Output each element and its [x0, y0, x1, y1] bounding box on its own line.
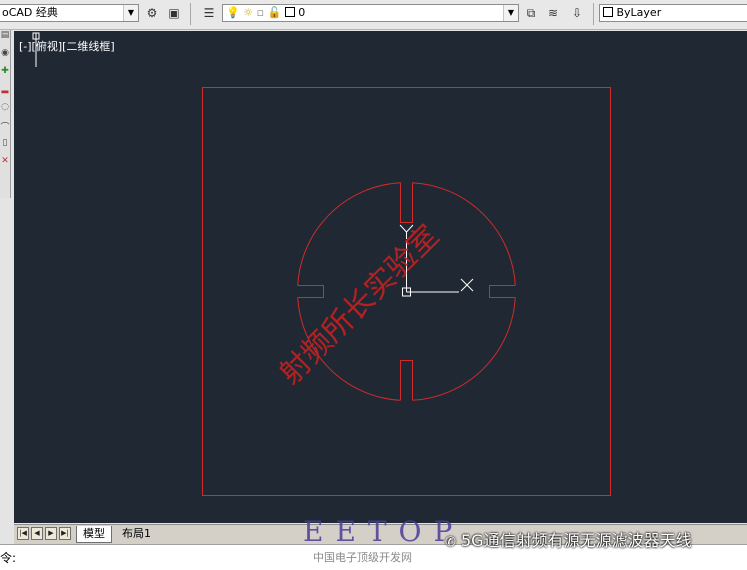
- toolbar-separator: [190, 3, 191, 25]
- prev-tab-icon[interactable]: ◀: [31, 527, 43, 540]
- workspace-value: oCAD 经典: [2, 6, 58, 19]
- tool-icon[interactable]: ▯: [0, 138, 10, 156]
- next-tab-icon[interactable]: ▶: [45, 527, 57, 540]
- first-tab-icon[interactable]: |◀: [17, 527, 29, 540]
- layer-match-icon[interactable]: ≋: [544, 4, 562, 22]
- left-tool-palette: ▤ ◉ ✚ ▂ ◌ ⌒ ▯ ✕: [0, 30, 11, 198]
- diagonal-watermark-text: 射频所长实验室: [273, 218, 446, 391]
- layer-select[interactable]: 💡 ☼ ▫ 🔓 0 ▼: [222, 4, 519, 22]
- tool-icon[interactable]: ⌒: [0, 120, 10, 138]
- top-toolbar: oCAD 经典 ▼ ⚙ ▣ ☰ 💡 ☼ ▫ 🔓 0 ▼ ⧉ ≋ ⇩ ByLaye…: [0, 0, 747, 30]
- drawing-canvas[interactable]: 射频所长实验室: [14, 31, 747, 523]
- workspace-settings-icon[interactable]: ▣: [165, 4, 183, 22]
- tab-layout1[interactable]: 布局1: [116, 526, 157, 542]
- lock-square-icon: ▫: [256, 6, 265, 19]
- channel-watermark: ✆ 5G通信射频有源无源滤波器天线: [445, 527, 692, 551]
- command-prompt: 令:: [0, 551, 17, 565]
- ucs-corner-icon: [32, 32, 40, 67]
- workspace-select[interactable]: oCAD 经典 ▼: [0, 4, 139, 22]
- color-swatch: [603, 7, 613, 17]
- lock-open-icon: 🔓: [267, 6, 282, 19]
- brand-subtitle: 中国电子顶级开发网: [313, 551, 412, 564]
- tool-icon[interactable]: ▤: [0, 30, 10, 48]
- last-tab-icon[interactable]: ▶|: [59, 527, 71, 540]
- layer-previous-icon[interactable]: ⇩: [568, 4, 586, 22]
- chevron-down-icon[interactable]: ▼: [503, 5, 518, 21]
- brand-watermark: EETOP: [303, 515, 465, 548]
- tool-icon[interactable]: ✚: [0, 66, 10, 84]
- layer-value: 0: [298, 6, 306, 19]
- wechat-icon: ✆: [445, 535, 456, 550]
- x-axis-icon: [460, 278, 474, 292]
- color-value: ByLayer: [616, 6, 662, 19]
- tool-icon[interactable]: ✕: [0, 156, 10, 174]
- channel-name: 5G通信射频有源无源滤波器天线: [461, 531, 692, 550]
- lightbulb-icon: 💡: [226, 6, 240, 19]
- tool-icon[interactable]: ◌: [0, 102, 10, 120]
- tab-model[interactable]: 模型: [76, 526, 112, 543]
- sun-icon: ☼: [243, 6, 254, 19]
- layer-color-swatch: [284, 7, 295, 17]
- toolbar-separator: [593, 3, 594, 25]
- tool-icon[interactable]: ◉: [0, 48, 10, 66]
- tool-icon[interactable]: ▂: [0, 84, 10, 102]
- gear-icon[interactable]: ⚙: [143, 4, 161, 22]
- drawing-viewport[interactable]: [-][俯视][二维线框] 射频所长实验室: [14, 31, 747, 523]
- chevron-down-icon[interactable]: ▼: [123, 5, 138, 21]
- make-current-layer-icon[interactable]: ⧉: [522, 4, 540, 22]
- color-select[interactable]: ByLayer: [599, 4, 747, 22]
- layer-manager-icon[interactable]: ☰: [200, 4, 218, 22]
